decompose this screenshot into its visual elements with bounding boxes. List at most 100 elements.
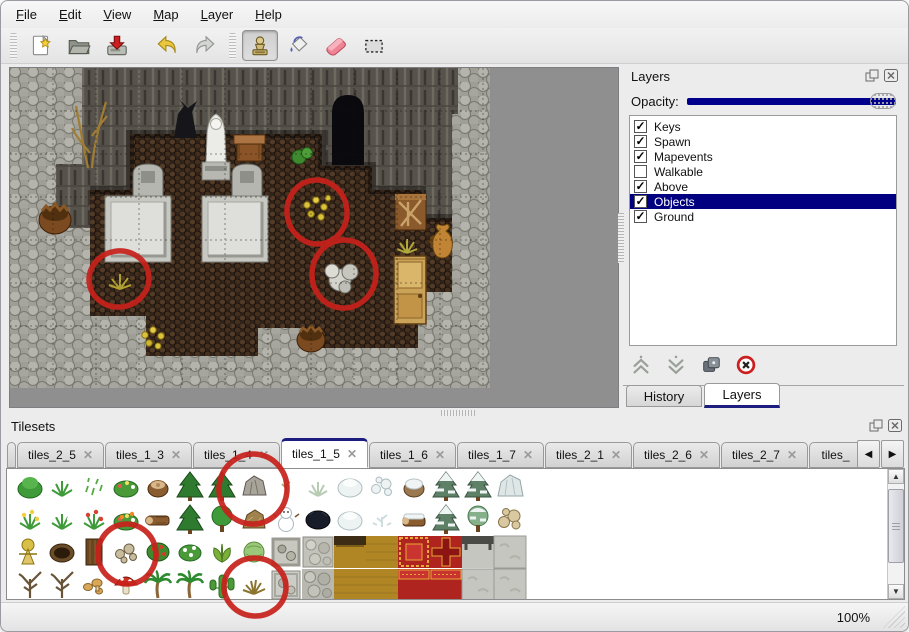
delete-layer-button[interactable] bbox=[734, 353, 758, 377]
menu-view[interactable]: View bbox=[92, 3, 142, 26]
tileset-tab[interactable]: tiles_2_5✕ bbox=[17, 442, 104, 468]
layer-checkbox[interactable]: ✓ bbox=[634, 150, 647, 163]
tile-snow-bush[interactable] bbox=[338, 479, 362, 497]
close-tab-icon[interactable]: ✕ bbox=[171, 448, 181, 462]
tile-pine-tree[interactable] bbox=[177, 472, 203, 501]
layer-checkbox[interactable]: ✓ bbox=[634, 120, 647, 133]
tile-white-flower-plant[interactable] bbox=[179, 545, 201, 561]
tile-snow-log[interactable] bbox=[402, 514, 425, 526]
menu-help[interactable]: Help bbox=[244, 3, 293, 26]
tile-brown-floor[interactable] bbox=[366, 569, 398, 600]
opacity-slider[interactable] bbox=[687, 93, 896, 109]
fill-tool-button[interactable] bbox=[280, 30, 316, 61]
close-panel-button[interactable] bbox=[884, 69, 898, 82]
tileset-tab-active[interactable]: tiles_1_5✕ bbox=[281, 438, 368, 468]
close-panel-button[interactable] bbox=[888, 419, 902, 432]
scroll-tabs-left-button[interactable]: ◀ bbox=[857, 440, 880, 468]
move-layer-up-button[interactable] bbox=[629, 353, 653, 377]
layer-checkbox[interactable]: ✓ bbox=[634, 195, 647, 208]
select-tool-button[interactable] bbox=[356, 30, 392, 61]
tile-red-carpet-border[interactable] bbox=[398, 569, 430, 600]
scroll-up-button[interactable]: ▲ bbox=[888, 469, 904, 484]
new-file-button[interactable] bbox=[23, 30, 59, 61]
tile-cobble-wall[interactable] bbox=[302, 569, 334, 600]
resize-grip[interactable] bbox=[883, 606, 905, 628]
map-canvas[interactable] bbox=[10, 68, 490, 388]
tileset-tab[interactable]: tiles_1_7✕ bbox=[457, 442, 544, 468]
layer-row-keys[interactable]: ✓ Keys bbox=[630, 119, 896, 134]
tile-red-carpet-border[interactable] bbox=[430, 569, 462, 600]
tile-brown-floor[interactable] bbox=[366, 536, 398, 568]
toolbar-grip[interactable] bbox=[10, 33, 17, 59]
tab-history[interactable]: History bbox=[626, 385, 702, 407]
layer-checkbox[interactable]: ✓ bbox=[634, 180, 647, 193]
tile-dead-tree[interactable] bbox=[51, 572, 73, 598]
open-button[interactable] bbox=[61, 30, 97, 61]
layer-checkbox[interactable]: ✓ bbox=[634, 210, 647, 223]
tile-snow-stump[interactable] bbox=[404, 479, 424, 497]
tile-snow-rock[interactable] bbox=[498, 475, 523, 496]
tile-snowman[interactable] bbox=[273, 508, 299, 532]
tile-pine-tree[interactable] bbox=[177, 505, 203, 534]
menu-file[interactable]: File bbox=[5, 3, 48, 26]
tile-red-mushroom[interactable] bbox=[115, 577, 137, 594]
menu-map[interactable]: Map bbox=[142, 3, 189, 26]
tile-snow-round-tree[interactable] bbox=[468, 506, 488, 532]
tile-snow-pine[interactable] bbox=[433, 472, 459, 501]
tile-stump[interactable] bbox=[148, 481, 168, 498]
tile-cobble-floor[interactable] bbox=[303, 537, 333, 567]
layer-row-above[interactable]: ✓ Above bbox=[630, 179, 896, 194]
tile-snow-pine[interactable] bbox=[465, 472, 491, 501]
eraser-tool-button[interactable] bbox=[318, 30, 354, 61]
tab-layers[interactable]: Layers bbox=[704, 383, 780, 408]
tile-dead-tree[interactable] bbox=[19, 572, 41, 598]
layer-row-objects[interactable]: ✓ Objects bbox=[630, 194, 896, 209]
scrollbar-thumb[interactable] bbox=[888, 489, 904, 563]
tile-berry-bush[interactable] bbox=[147, 543, 169, 561]
tile-brown-floor[interactable] bbox=[334, 569, 366, 600]
tileset-tab[interactable]: tiles_2_1✕ bbox=[545, 442, 632, 468]
tile-snow-clump[interactable] bbox=[372, 477, 392, 496]
layer-row-walkable[interactable]: ✓ Walkable bbox=[630, 164, 896, 179]
tileset-scrollbar[interactable]: ▲ ▼ bbox=[887, 469, 904, 599]
tile-grass[interactable] bbox=[52, 481, 72, 496]
tile-white-flowers[interactable] bbox=[52, 510, 72, 529]
menu-layer[interactable]: Layer bbox=[190, 3, 245, 26]
tile-leafy-plant[interactable] bbox=[214, 544, 231, 562]
menu-edit[interactable]: Edit bbox=[48, 3, 92, 26]
tile-bush[interactable] bbox=[18, 477, 42, 498]
move-layer-down-button[interactable] bbox=[664, 353, 688, 377]
tile-dark-hole[interactable] bbox=[306, 511, 330, 529]
layer-checkbox[interactable]: ✓ bbox=[634, 165, 647, 178]
close-tab-icon[interactable]: ✕ bbox=[611, 448, 621, 462]
tile-gray-floor[interactable] bbox=[494, 536, 526, 568]
tile-cactus[interactable] bbox=[210, 575, 234, 598]
tileset-grid[interactable] bbox=[14, 470, 534, 600]
close-tab-icon[interactable]: ✕ bbox=[259, 448, 269, 462]
tile-orange-flowers[interactable] bbox=[114, 512, 138, 530]
close-tab-icon[interactable]: ✕ bbox=[347, 447, 357, 461]
undo-button[interactable] bbox=[149, 30, 185, 61]
layer-row-mapevents[interactable]: ✓ Mapevents bbox=[630, 149, 896, 164]
save-button[interactable] bbox=[99, 30, 135, 61]
tile-pine-tree[interactable] bbox=[209, 472, 235, 501]
tile-gray-floor[interactable] bbox=[494, 569, 526, 600]
tile-red-flowers[interactable] bbox=[84, 510, 104, 529]
tileset-tab[interactable]: tiles_2_7✕ bbox=[721, 442, 808, 468]
duplicate-layer-button[interactable] bbox=[699, 353, 723, 377]
float-panel-button[interactable] bbox=[869, 419, 883, 432]
close-tab-icon[interactable]: ✕ bbox=[787, 448, 797, 462]
tile-palm-tree[interactable] bbox=[145, 571, 171, 598]
tileset-tab[interactable]: tiles_2_6✕ bbox=[633, 442, 720, 468]
tile-stone-block[interactable] bbox=[272, 571, 300, 599]
tile-sparse-grass[interactable] bbox=[86, 478, 102, 495]
toolbar-grip[interactable] bbox=[229, 33, 236, 59]
close-tab-icon[interactable]: ✕ bbox=[83, 448, 93, 462]
tileset-tab[interactable]: tiles_1_6✕ bbox=[369, 442, 456, 468]
tile-yellow-flowers[interactable] bbox=[20, 510, 40, 529]
scroll-down-button[interactable]: ▼ bbox=[888, 584, 904, 599]
close-tab-icon[interactable]: ✕ bbox=[435, 448, 445, 462]
tile-small-rocks[interactable] bbox=[116, 544, 137, 563]
tile-snow-sprig[interactable] bbox=[373, 515, 391, 527]
layer-row-ground[interactable]: ✓ Ground bbox=[630, 209, 896, 224]
